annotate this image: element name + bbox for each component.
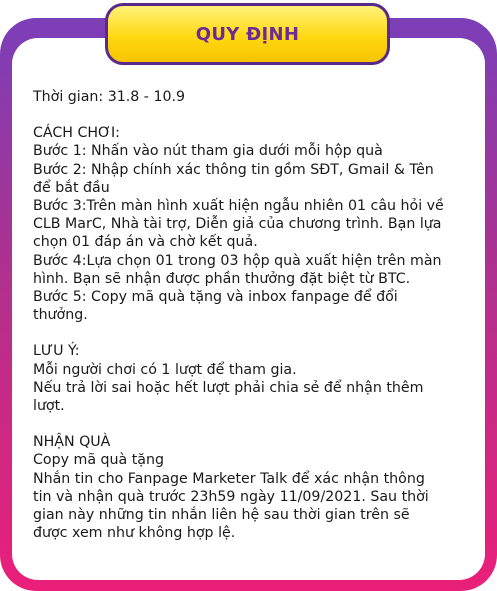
how-to-play-line: để bắt đầu (33, 179, 110, 196)
title-badge: QUY ĐỊNH (105, 3, 390, 65)
how-to-play-line: Bước 1: Nhấn vào nút tham gia dưới mỗi h… (33, 143, 383, 160)
receive-line: được xem như không hợp lệ. (33, 525, 236, 542)
how-to-play-line: chọn 01 đáp án và chờ kết quả. (33, 234, 258, 251)
how-to-play-line: Bước 2: Nhập chính xác thông tin gồm SĐT… (33, 161, 434, 178)
how-to-play-heading: CÁCH CHƠI: (33, 125, 120, 142)
receive-heading: NHẬN QUÀ (33, 434, 111, 451)
how-to-play-line: Bước 4:Lựa chọn 01 trong 03 hộp quà xuất… (33, 252, 442, 269)
how-to-play-line: thưởng. (33, 307, 88, 324)
receive-line: Nhắn tin cho Fanpage Marketer Talk để xá… (33, 470, 425, 487)
notes-line: Mỗi người chơi có 1 lượt để tham gia. (33, 361, 297, 378)
receive-line: tin và nhận quà trước 23h59 ngày 11/09/2… (33, 488, 429, 505)
time-range: Thời gian: 31.8 - 10.9 (33, 89, 186, 105)
how-to-play-line: Bước 5: Copy mã quà tặng và inbox fanpag… (33, 289, 398, 306)
page-title: QUY ĐỊNH (195, 23, 300, 45)
how-to-play-line: CLB MarC, Nhà tài trợ, Diễn giả của chươ… (33, 216, 442, 233)
notes-line: lượt. (33, 398, 65, 415)
notes-line: Nếu trả lời sai hoặc hết lượt phải chia … (33, 379, 424, 396)
rules-content: Thời gian: 31.8 - 10.9 CÁCH CHƠI: Bước 1… (33, 88, 473, 542)
receive-line: gian này những tin nhắn liên hệ sau thời… (33, 507, 410, 524)
how-to-play-line: Bước 3:Trên màn hình xuất hiện ngẫu nhiê… (33, 198, 444, 215)
how-to-play-line: hình. Bạn sẽ nhận được phần thưởng đặt b… (33, 270, 411, 287)
receive-line: Copy mã quà tặng (33, 452, 164, 469)
notes-heading: LƯU Ý: (33, 343, 80, 360)
